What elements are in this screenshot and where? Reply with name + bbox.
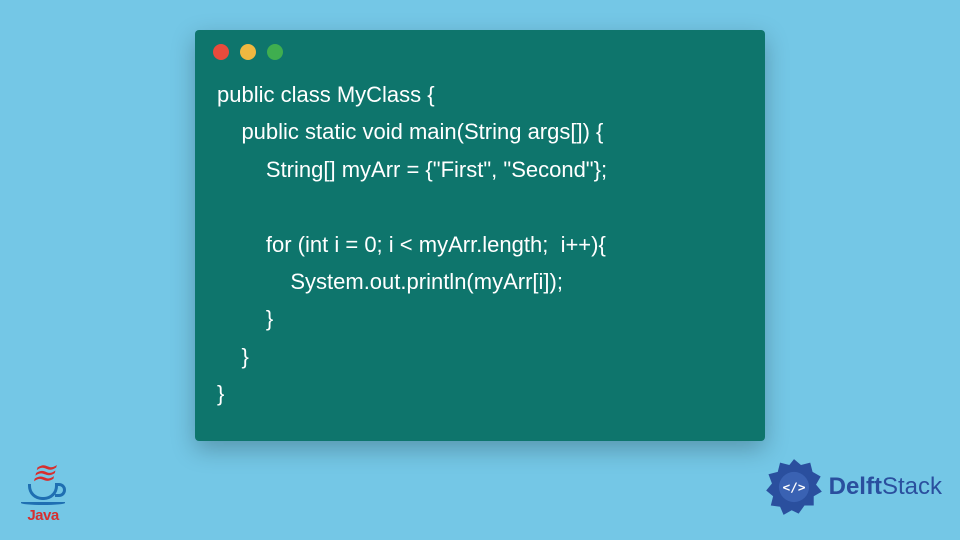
java-cup-icon <box>28 484 58 500</box>
java-saucer-icon <box>21 501 65 505</box>
code-block: public class MyClass { public static voi… <box>195 68 765 419</box>
close-icon[interactable] <box>213 44 229 60</box>
code-glyph-icon: </> <box>782 481 805 496</box>
delft-bold: Delft <box>829 473 882 500</box>
delftstack-logo: </> DelftStack <box>765 458 942 516</box>
window-title-bar <box>195 30 765 68</box>
minimize-icon[interactable] <box>240 44 256 60</box>
delftstack-logo-text: DelftStack <box>829 473 942 501</box>
java-logo: ≋ Java <box>14 462 72 524</box>
delft-rest: Stack <box>882 473 942 500</box>
java-logo-label: Java <box>14 507 72 524</box>
code-window: public class MyClass { public static voi… <box>195 30 765 441</box>
delftstack-badge-icon: </> <box>765 458 823 516</box>
java-steam-icon: ≋ <box>14 462 72 486</box>
maximize-icon[interactable] <box>267 44 283 60</box>
